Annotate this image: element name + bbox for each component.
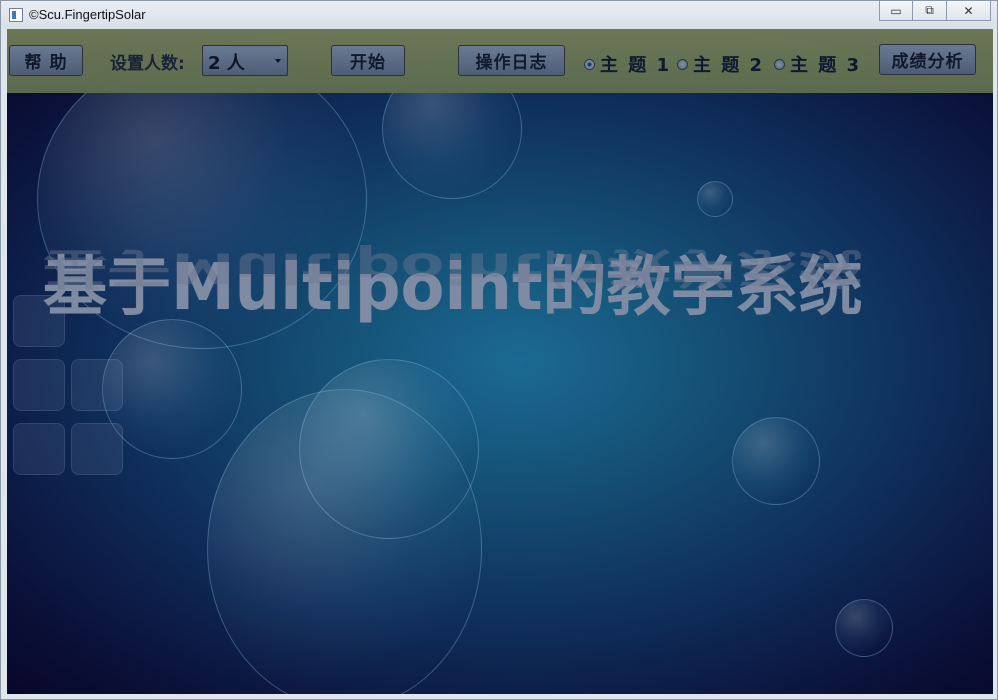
theme-3-label: 主 题 3 <box>790 55 862 76</box>
toolbar: 帮 助 设置人数: 2 人 开始 操作日志 主 题 1 主 题 2 主 题 3 … <box>7 29 993 93</box>
bubble-decoration <box>732 417 820 505</box>
restore-button[interactable]: ⧉ <box>913 1 947 21</box>
radio-unchecked-icon <box>774 58 785 70</box>
theme-1-radio[interactable]: 主 题 1 <box>584 51 671 77</box>
theme-2-label: 主 题 2 <box>693 55 765 76</box>
help-button[interactable]: 帮 助 <box>9 45 83 76</box>
minimize-button[interactable]: ▭ <box>879 1 913 21</box>
players-select-value: 2 人 <box>208 53 245 74</box>
app-icon <box>9 8 23 22</box>
players-label: 设置人数: <box>110 54 185 74</box>
radio-checked-icon <box>584 58 595 70</box>
theme-3-radio[interactable]: 主 题 3 <box>774 51 861 77</box>
window-title: ©Scu.FingertipSolar <box>29 7 146 22</box>
bubble-decoration <box>697 181 733 217</box>
chevron-down-icon <box>275 59 281 63</box>
bubble-decoration <box>207 389 482 694</box>
radio-unchecked-icon <box>677 58 688 70</box>
app-window: ©Scu.FingertipSolar ▭ ⧉ ✕ 基于Multipoint的教… <box>0 0 998 700</box>
bubble-decoration <box>102 319 242 459</box>
close-button[interactable]: ✕ <box>947 1 991 21</box>
tile-decoration <box>71 423 123 475</box>
score-analysis-button[interactable]: 成绩分析 <box>879 44 976 75</box>
tile-decoration <box>13 359 65 411</box>
title-bar[interactable]: ©Scu.FingertipSolar ▭ ⧉ ✕ <box>1 1 997 29</box>
tile-decoration <box>13 423 65 475</box>
theme-2-radio[interactable]: 主 题 2 <box>677 51 764 77</box>
bubble-decoration <box>835 599 893 657</box>
window-controls: ▭ ⧉ ✕ <box>879 1 991 21</box>
operation-log-button[interactable]: 操作日志 <box>458 45 565 76</box>
hero-title-reflection: 基于Multipoint的教学系统 <box>43 243 863 292</box>
start-button[interactable]: 开始 <box>331 45 405 76</box>
theme-1-label: 主 题 1 <box>600 55 672 76</box>
tile-decoration <box>71 359 123 411</box>
players-select[interactable]: 2 人 <box>202 45 288 76</box>
main-canvas: 基于Multipoint的教学系统 基于Multipoint的教学系统 帮 助 … <box>7 29 993 694</box>
